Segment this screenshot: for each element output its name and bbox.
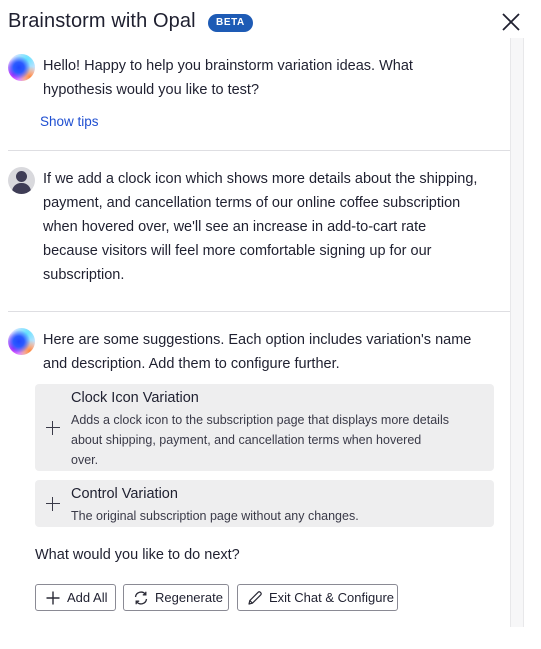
close-icon [502,13,520,31]
user-avatar-icon [8,167,35,194]
regenerate-button[interactable]: Regenerate [123,584,229,611]
suggestion-description: Adds a clock icon to the subscription pa… [71,413,449,467]
add-all-button[interactable]: Add All [35,584,116,611]
exit-chat-configure-label: Exit Chat & Configure [269,590,395,605]
chat-message-opal-greeting: Hello! Happy to help you brainstorm vari… [8,54,510,144]
message-text: If we add a clock icon which shows more … [43,171,478,283]
plus-icon [46,591,60,605]
pencil-icon [248,591,262,605]
suggestion-title: Control Variation [71,486,178,502]
opal-orb-icon [8,54,35,81]
close-button[interactable] [500,11,522,33]
add-all-label: Add All [67,590,108,605]
panel-title: Brainstorm with Opal [8,10,196,32]
suggestion-description: The original subscription page without a… [71,509,359,523]
panel-header: Brainstorm with Opal BETA [0,0,541,40]
message-text: Here are some suggestions. Each option i… [43,332,472,372]
regenerate-label: Regenerate [155,590,223,605]
refresh-icon [134,591,148,605]
message-text: Hello! Happy to help you brainstorm vari… [43,58,413,98]
suggestion-card[interactable]: Clock Icon Variation Adds a clock icon t… [35,384,494,471]
show-tips-link[interactable]: Show tips [40,114,99,129]
scrollbar[interactable] [510,38,524,627]
chat-message-user: If we add a clock icon which shows more … [8,167,510,297]
plus-icon[interactable] [45,420,61,436]
opal-orb-icon [8,328,35,355]
message-divider [8,150,510,151]
plus-icon[interactable] [45,496,61,512]
message-divider [8,311,510,312]
exit-chat-configure-button[interactable]: Exit Chat & Configure [237,584,398,611]
next-step-prompt: What would you like to do next? [35,547,240,563]
chat-message-opal-suggestions: Here are some suggestions. Each option i… [8,328,510,378]
suggestion-title: Clock Icon Variation [71,390,199,406]
suggestion-card[interactable]: Control Variation The original subscript… [35,480,494,527]
beta-badge: BETA [208,14,253,32]
